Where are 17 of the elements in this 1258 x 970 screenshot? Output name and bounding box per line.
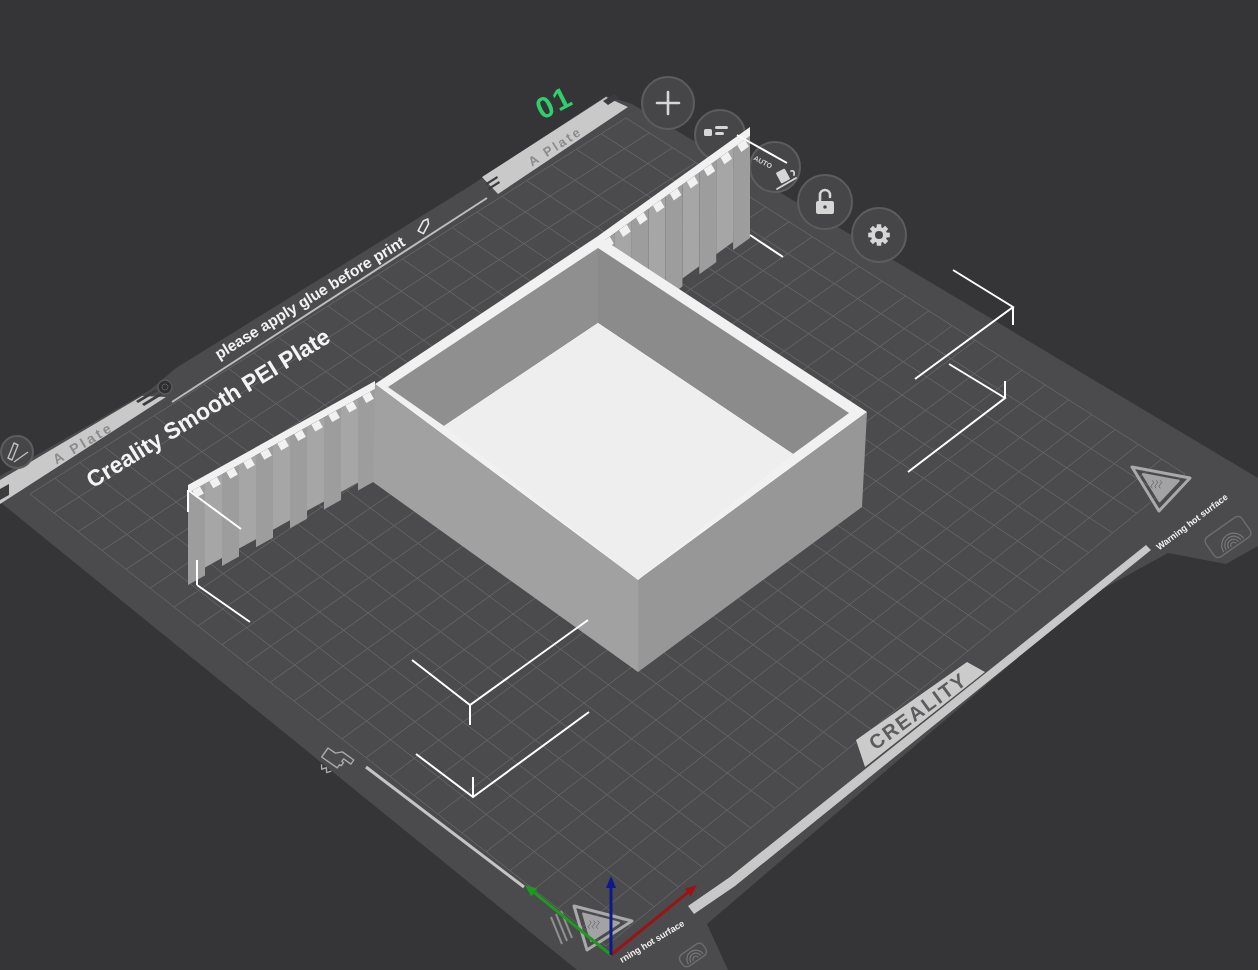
lock-button[interactable] [797, 174, 853, 230]
bounding-box-corner [196, 559, 251, 623]
pencil-icon [7, 442, 29, 463]
stripes-icon [550, 910, 573, 945]
plus-icon [655, 90, 681, 116]
list-icon [704, 126, 728, 136]
bounding-box-corner [187, 489, 242, 530]
padlock-icon [816, 188, 834, 214]
add-button[interactable] [641, 76, 695, 130]
hand-icon [320, 747, 355, 774]
settings-button[interactable] [851, 207, 907, 263]
bounding-box-corner [749, 234, 784, 258]
tilted-block-icon [775, 168, 797, 190]
fingerprint-icon [676, 940, 710, 970]
edit-button[interactable] [0, 435, 34, 469]
gear-icon [868, 224, 890, 246]
pencil-icon[interactable] [417, 218, 430, 235]
